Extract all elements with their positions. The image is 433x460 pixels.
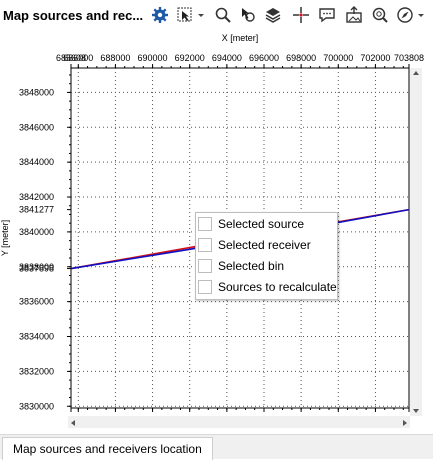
- pointer-link-icon[interactable]: [239, 6, 257, 24]
- legend-checkbox[interactable]: [198, 217, 212, 231]
- x-tick-label: 700000: [323, 53, 353, 63]
- window-title: Map sources and rec...: [3, 8, 144, 23]
- comment-icon[interactable]: [318, 6, 336, 24]
- legend-item-selected-receiver[interactable]: Selected receiver: [198, 235, 311, 255]
- x-tick-label: 688000: [100, 53, 130, 63]
- tab-map-sources-receivers[interactable]: Map sources and receivers location: [2, 437, 213, 460]
- dropdown-arrow-icon[interactable]: [416, 6, 426, 24]
- x-tick-label: 692000: [175, 53, 205, 63]
- legend-label: Selected bin: [218, 259, 285, 273]
- scroll-right-arrow-icon[interactable]: [403, 420, 407, 426]
- x-tick-label: 698000: [286, 53, 316, 63]
- legend-item-selected-source[interactable]: Selected source: [198, 214, 304, 234]
- zoom-fit-icon[interactable]: [371, 6, 389, 24]
- legend-item-sources-to-recalculate[interactable]: Sources to recalculate: [198, 277, 337, 297]
- x-tick-label: 702000: [360, 53, 390, 63]
- legend-label: Selected receiver: [218, 238, 311, 252]
- y-tick-label: 3836000: [19, 297, 54, 307]
- x-tick-label: 696000: [249, 53, 279, 63]
- y-tick-label: 3842000: [19, 192, 54, 202]
- bottom-tab-bar: Map sources and receivers location: [0, 434, 433, 460]
- y-axis-label: Y [meter]: [0, 220, 10, 256]
- x-axis-label: X [meter]: [222, 33, 259, 43]
- legend-checkbox[interactable]: [198, 280, 212, 294]
- y-tick-label: 3838000: [19, 262, 54, 272]
- x-tick-label: 690000: [138, 53, 168, 63]
- y-tick-label: 3846000: [19, 122, 54, 132]
- export-image-icon[interactable]: [345, 6, 363, 24]
- y-tick-label: 3848000: [19, 87, 54, 97]
- legend-popup[interactable]: Selected source Selected receiver Select…: [195, 212, 338, 300]
- x-tick-label: 694000: [212, 53, 242, 63]
- legend-checkbox[interactable]: [198, 259, 212, 273]
- window-titlebar: Map sources and rec...: [0, 0, 433, 32]
- scroll-down-arrow-icon[interactable]: [413, 409, 419, 413]
- layers-icon[interactable]: [264, 6, 282, 24]
- legend-label: Sources to recalculate: [218, 280, 337, 294]
- scroll-up-arrow-icon[interactable]: [413, 71, 419, 75]
- y-tick-label: 3832000: [19, 366, 54, 376]
- legend-item-selected-bin[interactable]: Selected bin: [198, 256, 284, 276]
- select-region-icon[interactable]: [176, 6, 194, 24]
- compass-icon[interactable]: [396, 6, 414, 24]
- legend-checkbox[interactable]: [198, 238, 212, 252]
- horizontal-scrollbar[interactable]: [68, 416, 410, 428]
- gear-icon[interactable]: [151, 6, 169, 24]
- zoom-icon[interactable]: [214, 6, 232, 24]
- x-tick-label: 703808: [394, 53, 424, 63]
- y-tick-label: 3830000: [19, 401, 54, 411]
- y-tick-label: 3834000: [19, 332, 54, 342]
- crosshair-icon[interactable]: [292, 6, 310, 24]
- dropdown-arrow-icon[interactable]: [196, 6, 206, 24]
- x-tick-label: 686000: [63, 53, 93, 63]
- scroll-left-arrow-icon[interactable]: [71, 420, 75, 426]
- vertical-scrollbar[interactable]: [410, 68, 422, 416]
- y-tick-label: 3844000: [19, 157, 54, 167]
- y-tick-label: 3840000: [19, 227, 54, 237]
- y-tick-label: 3841277: [19, 205, 54, 215]
- legend-label: Selected source: [218, 217, 305, 231]
